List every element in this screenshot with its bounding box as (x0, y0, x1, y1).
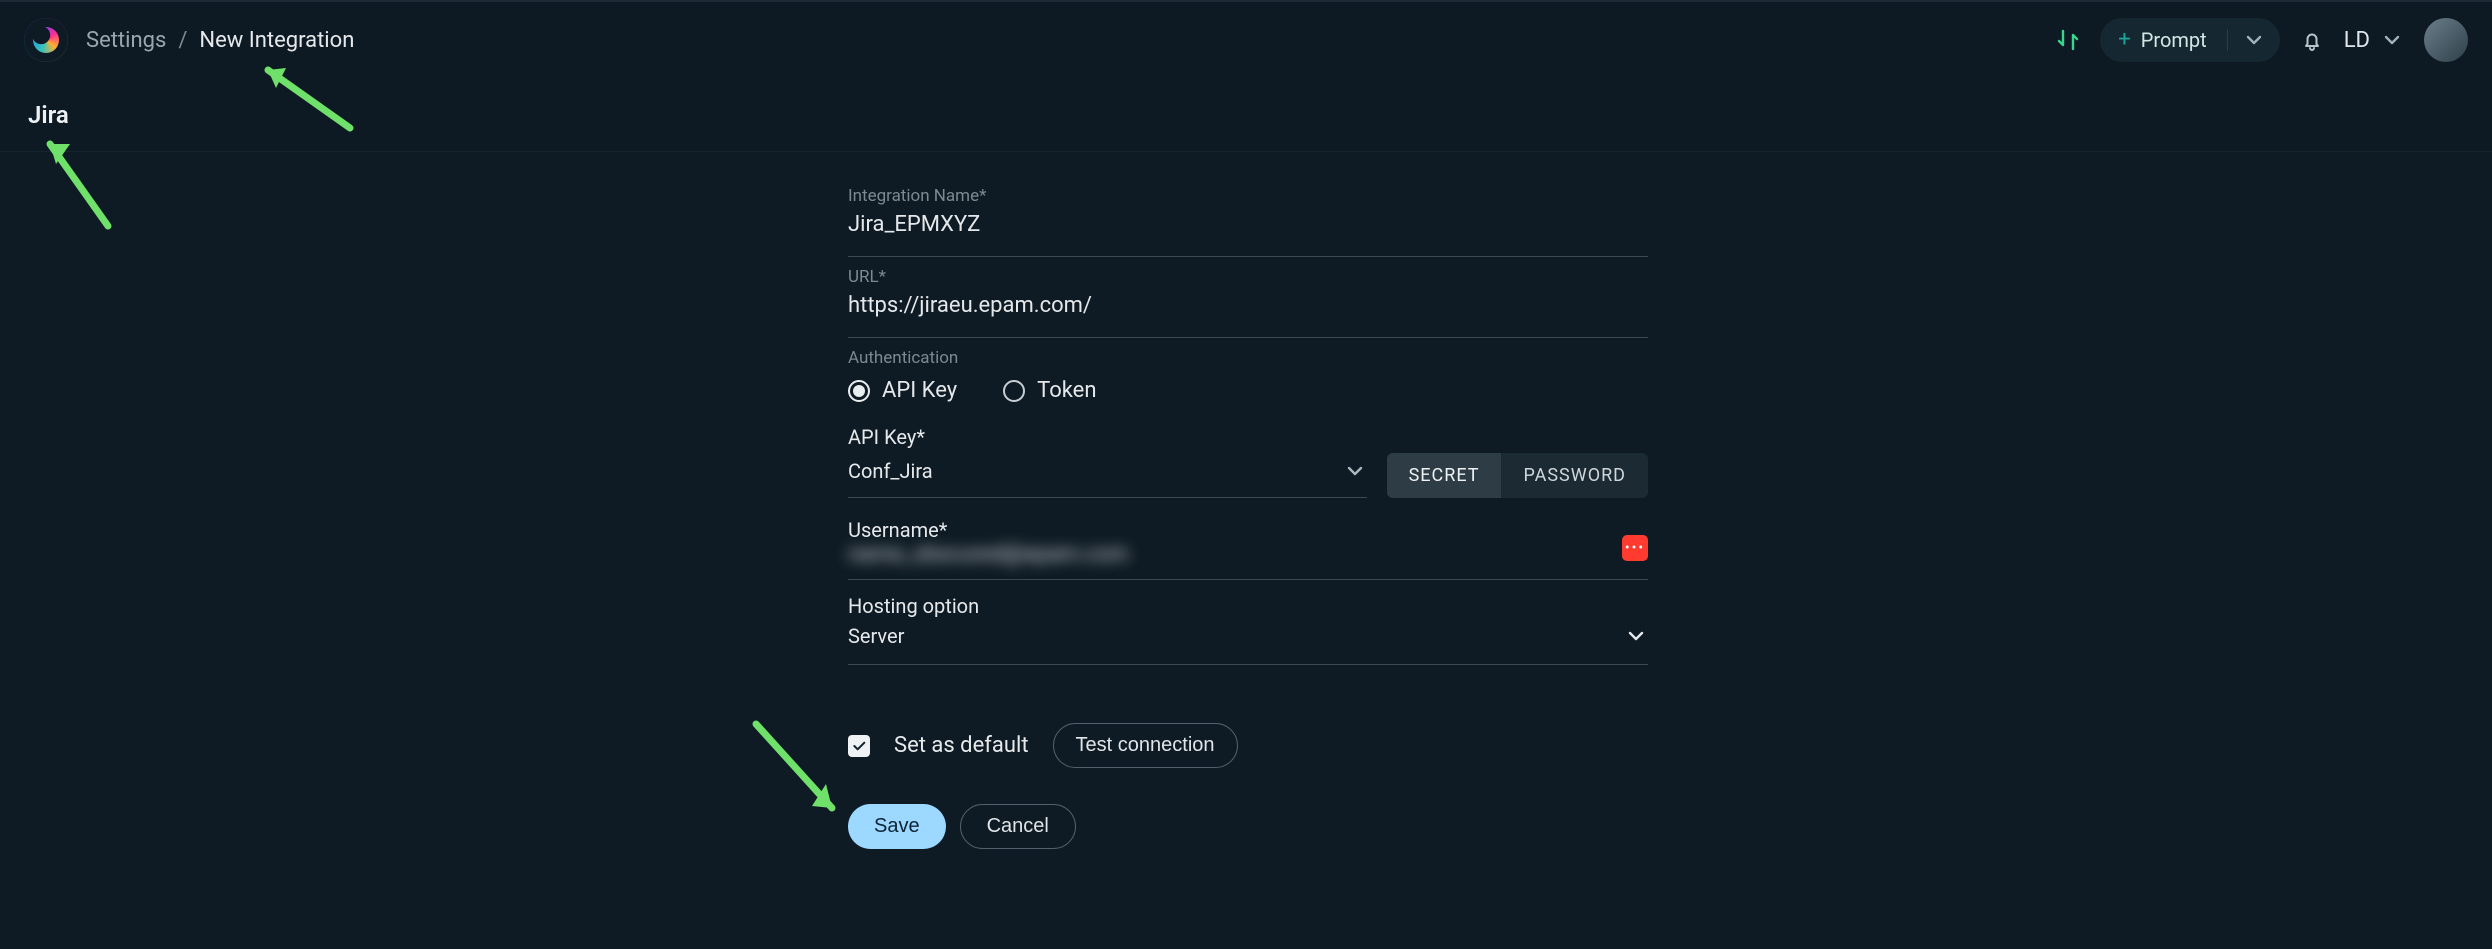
api-key-select[interactable]: Conf_Jira (848, 449, 1367, 498)
page-title: Jira (28, 101, 69, 129)
hosting-label: Hosting option (848, 594, 1648, 618)
integration-form: Integration Name* Jira_EPMXYZ URL* https… (848, 176, 1648, 849)
secret-password-segment: SECRET PASSWORD (1387, 453, 1648, 498)
cancel-button[interactable]: Cancel (960, 804, 1076, 849)
hosting-value: Server (848, 624, 904, 648)
required-marker: * (916, 425, 925, 449)
topbar-right: + Prompt LD (2056, 18, 2468, 62)
url-field[interactable]: URL* https://jiraeu.epam.com/ (848, 257, 1648, 338)
user-initials: LD (2344, 28, 2370, 53)
chevron-down-icon (1343, 459, 1367, 483)
url-label: URL (848, 267, 879, 287)
auth-radio-api-key[interactable]: API Key (848, 378, 957, 403)
chevron-down-icon (2380, 28, 2404, 52)
required-marker: * (939, 518, 948, 542)
plus-icon: + (2118, 29, 2130, 51)
breadcrumb-separator: / (178, 28, 187, 53)
password-manager-icon[interactable]: ••• (1622, 535, 1648, 561)
hosting-select[interactable]: Server (848, 618, 1648, 665)
hosting-field-wrap: Hosting option Server (848, 594, 1648, 665)
set-default-checkbox[interactable] (848, 735, 870, 757)
username-value[interactable]: name_obscured@epam.com (848, 542, 1606, 567)
save-button[interactable]: Save (848, 804, 946, 849)
breadcrumb-current: New Integration (199, 28, 354, 53)
chevron-down-icon (1624, 624, 1648, 648)
user-menu[interactable]: LD (2344, 28, 2404, 53)
test-connection-button[interactable]: Test connection (1053, 723, 1238, 768)
compare-icon[interactable] (2056, 28, 2080, 52)
annotation-arrow (748, 716, 858, 831)
auth-radio-api-key-label: API Key (882, 378, 957, 403)
prompt-button[interactable]: + Prompt (2100, 18, 2279, 62)
breadcrumb: Settings / New Integration (86, 28, 354, 53)
api-key-row: API Key* Conf_Jira SECRET PASSWORD (848, 425, 1648, 498)
integration-name-field[interactable]: Integration Name* Jira_EPMXYZ (848, 176, 1648, 257)
required-marker: * (979, 186, 986, 206)
segment-password[interactable]: PASSWORD (1501, 453, 1648, 498)
integration-name-value[interactable]: Jira_EPMXYZ (848, 212, 1648, 240)
radio-icon (1003, 380, 1025, 402)
breadcrumb-root[interactable]: Settings (86, 28, 166, 53)
subheader: Jira (0, 78, 2492, 152)
form-actions: Save Cancel (848, 804, 1648, 849)
username-field[interactable]: Username* name_obscured@epam.com ••• (848, 512, 1648, 580)
integration-name-label: Integration Name (848, 186, 979, 206)
radio-icon (848, 380, 870, 402)
required-marker: * (879, 267, 886, 287)
api-key-value: Conf_Jira (848, 459, 933, 483)
api-key-label: API Key (848, 425, 916, 449)
auth-radio-token-label: Token (1037, 378, 1096, 403)
segment-secret[interactable]: SECRET (1387, 453, 1502, 498)
notifications-icon[interactable] (2300, 28, 2324, 52)
authentication-field: Authentication API Key Token (848, 338, 1648, 407)
chevron-down-icon[interactable] (2242, 28, 2266, 52)
form-options-row: Set as default Test connection (848, 723, 1648, 768)
topbar: Settings / New Integration + Prompt LD (0, 0, 2492, 78)
set-default-label: Set as default (894, 733, 1029, 758)
url-value[interactable]: https://jiraeu.epam.com/ (848, 293, 1648, 321)
prompt-label: Prompt (2141, 28, 2207, 52)
divider (2227, 29, 2228, 51)
username-label: Username (848, 518, 939, 542)
auth-radio-token[interactable]: Token (1003, 378, 1096, 403)
app-logo[interactable] (24, 18, 68, 62)
authentication-label: Authentication (848, 348, 1648, 368)
avatar[interactable] (2424, 18, 2468, 62)
